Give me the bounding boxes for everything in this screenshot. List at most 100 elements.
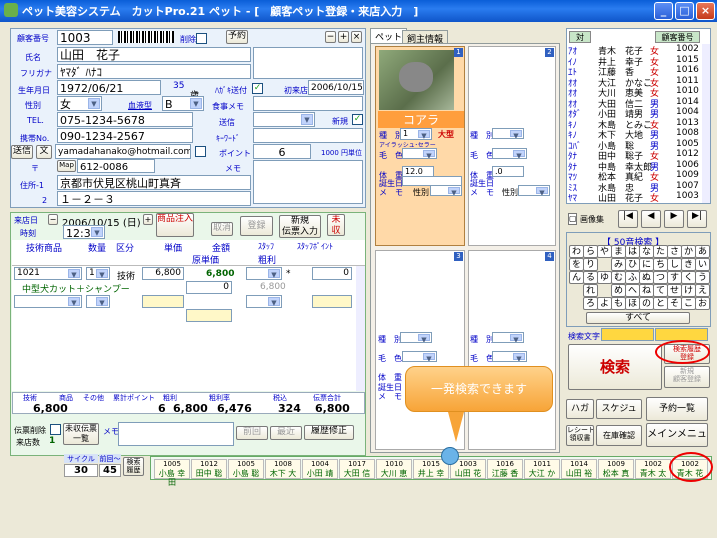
- history-entry[interactable]: 1014 山田 裕: [561, 459, 597, 479]
- unpaid-button[interactable]: 未収: [327, 214, 345, 236]
- kana-button[interactable]: よ: [597, 297, 612, 310]
- history-entry[interactable]: 1017 大田 信: [339, 459, 375, 479]
- minimize-button[interactable]: _: [654, 2, 673, 20]
- kana-button[interactable]: た: [653, 245, 668, 258]
- new-slip-button[interactable]: 新規 伝票入力: [279, 215, 321, 238]
- map-button[interactable]: Map: [57, 160, 76, 172]
- breed-select-3[interactable]: ▼: [400, 332, 432, 343]
- notes-field[interactable]: [253, 47, 363, 79]
- customer-row[interactable]: ｵﾀﾞ 小田 靖男男 1004: [568, 107, 702, 120]
- row1-staff-point[interactable]: 0: [312, 267, 352, 280]
- prev-record-button[interactable]: ◀: [641, 210, 661, 228]
- kana-button[interactable]: う: [695, 271, 710, 284]
- color-select[interactable]: ▼: [402, 148, 437, 159]
- cancel-button[interactable]: 取消: [211, 222, 233, 236]
- slip-delete-checkbox[interactable]: [50, 424, 61, 435]
- list-header-no[interactable]: 顧客番号: [655, 31, 700, 43]
- kana-button[interactable]: ひ: [625, 258, 640, 271]
- kana-button[interactable]: え: [695, 284, 710, 297]
- row2-staff-point[interactable]: [312, 295, 352, 308]
- history-entry[interactable]: 1009 松本 真: [598, 459, 634, 479]
- kana-button[interactable]: の: [639, 297, 654, 310]
- kana-button[interactable]: ろ: [583, 297, 598, 310]
- minus-button[interactable]: −: [325, 31, 336, 43]
- kana-button[interactable]: つ: [653, 271, 668, 284]
- kana-button[interactable]: ち: [653, 258, 668, 271]
- furigana-field[interactable]: ﾔﾏﾀﾞ ﾊﾅｺ: [57, 64, 251, 79]
- history-entry[interactable]: 1016 江藤 香: [487, 459, 523, 479]
- customer-row[interactable]: ｲﾉ 井上 幸子女 1015: [568, 55, 702, 68]
- kana-button[interactable]: ぬ: [639, 271, 654, 284]
- customer-row[interactable]: ﾐｽ 水島 忠男 1007: [568, 181, 702, 194]
- kana-button[interactable]: わ: [569, 245, 584, 258]
- pet-sex-select[interactable]: ▼: [430, 185, 462, 196]
- history-edit-button[interactable]: 履歴修正: [304, 425, 354, 440]
- history-entry[interactable]: 1005 小島 幸田: [154, 459, 190, 487]
- kana-button[interactable]: め: [611, 284, 626, 297]
- zip-field[interactable]: 612-0086: [77, 159, 155, 173]
- kana-button[interactable]: や: [597, 245, 612, 258]
- kana-button[interactable]: ゆ: [597, 271, 612, 284]
- kana-button[interactable]: い: [695, 258, 710, 271]
- customer-row[interactable]: ﾏﾂ 松本 真紀女 1009: [568, 170, 702, 183]
- prev-visit-button[interactable]: 前回: [236, 426, 268, 440]
- sousin-select[interactable]: ▼: [253, 112, 315, 127]
- history-entry[interactable]: 1002 青木 太: [635, 459, 671, 479]
- breed-select-2[interactable]: ▼: [492, 128, 524, 139]
- hagaki-button[interactable]: ハガキ: [566, 399, 594, 419]
- customer-row[interactable]: ｷﾉ 木島 とみこ女 1013: [568, 118, 702, 131]
- sex-select[interactable]: 女 ▼: [57, 96, 102, 111]
- kana-button[interactable]: ら: [583, 245, 598, 258]
- hagaki-checkbox[interactable]: ✓: [252, 83, 263, 94]
- kana-button[interactable]: ね: [639, 284, 654, 297]
- kana-button[interactable]: し: [667, 258, 682, 271]
- history-entry[interactable]: 1010 大川 恵: [376, 459, 412, 479]
- customer-row[interactable]: ﾀﾅ 中島 幸太郎男 1006: [568, 160, 702, 173]
- time-select[interactable]: 12:30 ▼: [63, 225, 105, 239]
- stock-button[interactable]: 在庫確認: [596, 425, 642, 446]
- mail-text-button[interactable]: 文: [36, 145, 52, 159]
- kana-button[interactable]: れ: [583, 284, 598, 297]
- weight-field-2[interactable]: .0: [492, 166, 524, 177]
- blood-select[interactable]: B ▼: [162, 96, 204, 111]
- kana-button[interactable]: む: [611, 271, 626, 284]
- name-field[interactable]: 山田 花子: [57, 47, 251, 62]
- breed-select-4[interactable]: ▼: [492, 332, 524, 343]
- search-button[interactable]: 検索: [568, 344, 662, 390]
- customer-no-field[interactable]: 1003: [57, 30, 113, 45]
- kana-button[interactable]: ほ: [625, 297, 640, 310]
- history-entry[interactable]: 1005 小島 聡: [228, 459, 264, 479]
- all-button[interactable]: すべて: [586, 312, 690, 324]
- kana-button[interactable]: す: [667, 271, 682, 284]
- kana-button[interactable]: ま: [611, 245, 626, 258]
- email-field[interactable]: yamadahanako@hotmail.com: [55, 144, 191, 159]
- point-field[interactable]: 6: [253, 144, 311, 159]
- first-visit-field[interactable]: 2006/10/15: [308, 80, 364, 95]
- row1-code[interactable]: 1021 ▼: [14, 267, 82, 280]
- receipt-button[interactable]: レシート 領収書: [566, 425, 594, 446]
- history-entry[interactable]: 1008 木下 大: [265, 459, 301, 479]
- next-date-button[interactable]: +: [143, 214, 153, 225]
- row2-cost[interactable]: [186, 309, 232, 322]
- color-select-3[interactable]: ▼: [402, 351, 437, 362]
- breed-select[interactable]: 1 ▼: [400, 128, 432, 140]
- delete-checkbox[interactable]: [196, 33, 207, 44]
- history-entry[interactable]: 1012 田中 聡: [191, 459, 227, 479]
- kana-button[interactable]: り: [583, 258, 598, 271]
- list-header-kana[interactable]: 対: [569, 31, 591, 43]
- birth-field[interactable]: 1972/06/21: [57, 80, 161, 95]
- customer-row[interactable]: ｵｵ 大川 恵美女 1010: [568, 86, 702, 99]
- maximize-button[interactable]: □: [675, 2, 694, 20]
- customer-row[interactable]: ｵｵ 大田 信二男 1014: [568, 97, 702, 110]
- shohin-button[interactable]: 商品注入: [156, 213, 194, 237]
- search-history-button[interactable]: 検索 履歴: [123, 457, 144, 476]
- kana-button[interactable]: ん: [569, 271, 584, 284]
- mobile-field[interactable]: 090-1234-2567: [57, 128, 193, 143]
- yoyaku-list-button[interactable]: 予約一覧: [646, 397, 708, 421]
- color-select-4[interactable]: ▼: [492, 351, 527, 362]
- customer-row[interactable]: ﾀﾅ 田中 聡子女 1012: [568, 149, 702, 162]
- search-char-field[interactable]: [601, 328, 654, 341]
- latest-visit-button[interactable]: 最近: [270, 426, 302, 440]
- history-entry[interactable]: 1004 小田 靖: [302, 459, 338, 479]
- shinki-checkbox[interactable]: ✓: [352, 114, 363, 125]
